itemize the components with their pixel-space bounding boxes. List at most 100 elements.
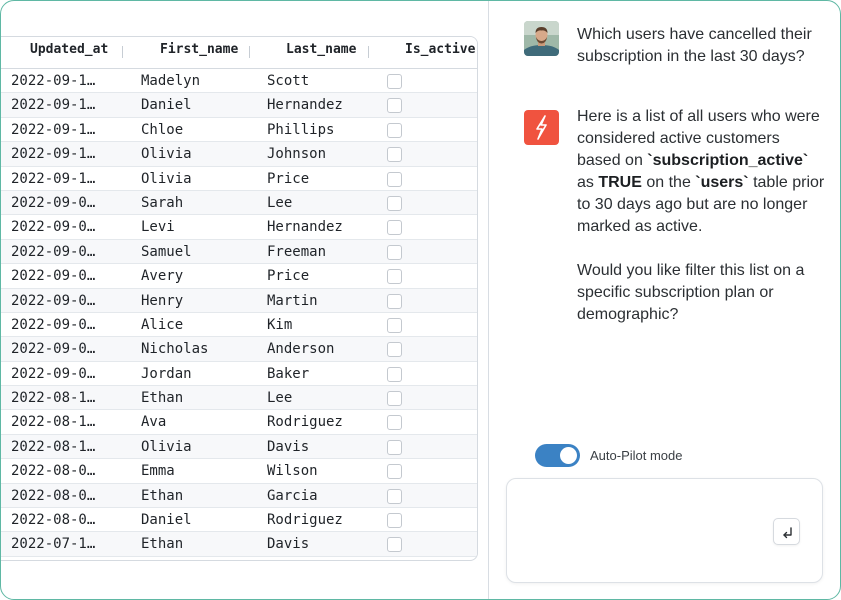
cell-last-name: Rodriguez [267, 512, 343, 529]
is-active-checkbox[interactable] [387, 513, 402, 529]
table-row[interactable]: 2022-08-1… Olivia Davis [1, 434, 477, 460]
cell-updated-at: 2022-08-1… [11, 414, 96, 431]
column-header-first-name[interactable]: First_name [160, 37, 250, 69]
is-active-checkbox[interactable] [387, 220, 402, 236]
is-active-checkbox[interactable] [387, 415, 402, 431]
table-row[interactable]: 2022-08-0… Ethan Garcia [1, 483, 477, 509]
cell-last-name: Lee [267, 390, 293, 407]
message-text: on the [641, 174, 696, 191]
autopilot-toggle[interactable] [535, 444, 580, 467]
table-row[interactable]: 2022-09-1… Madelyn Scott [1, 69, 477, 94]
cell-last-name: Hernandez [267, 97, 343, 114]
cell-updated-at: 2022-09-0… [11, 219, 96, 236]
is-active-checkbox[interactable] [387, 269, 402, 285]
cell-last-name: Price [267, 170, 310, 187]
is-active-checkbox[interactable] [387, 488, 402, 504]
table-row[interactable]: 2022-09-1… Daniel Hernandez [1, 93, 477, 118]
cell-last-name: Rodriguez [267, 414, 343, 431]
cell-updated-at: 2022-09-1… [11, 73, 96, 89]
cell-last-name: Davis [267, 536, 310, 553]
table-row[interactable]: 2022-09-0… Levi Hernandez [1, 215, 477, 240]
is-active-checkbox[interactable] [387, 147, 402, 163]
cell-first-name: Sarah [141, 194, 184, 211]
is-active-checkbox[interactable] [387, 537, 402, 553]
table-row[interactable]: 2022-08-1… Ava Rodriguez [1, 410, 477, 435]
lightning-bolt-icon [524, 110, 559, 145]
cell-last-name: Kim [267, 316, 293, 333]
table-row[interactable]: 2022-09-0… Sarah Lee [1, 190, 477, 216]
table-row[interactable]: 2022-09-1… Chloe Phillips [1, 118, 477, 143]
results-table: Updated_at First_name Last_name Is_activ… [1, 36, 478, 561]
send-button[interactable] [773, 518, 800, 545]
cell-first-name: Henry [141, 292, 184, 309]
is-active-checkbox[interactable] [387, 195, 402, 211]
is-active-checkbox[interactable] [387, 439, 402, 455]
is-active-checkbox[interactable] [387, 342, 402, 358]
cell-updated-at: 2022-07-1… [11, 536, 96, 553]
table-row[interactable]: 2022-09-0… Jordan Baker [1, 362, 477, 387]
is-active-checkbox[interactable] [387, 74, 402, 89]
is-active-checkbox[interactable] [387, 171, 402, 187]
cell-updated-at: 2022-08-1… [11, 438, 96, 455]
table-row[interactable]: 2022-09-0… Nicholas Anderson [1, 337, 477, 362]
cell-first-name: Olivia [141, 146, 192, 163]
table-row[interactable]: 2022-09-0… Samuel Freeman [1, 239, 477, 265]
table-header: Updated_at First_name Last_name Is_activ… [1, 37, 477, 69]
table-row[interactable]: 2022-09-1… Olivia Price [1, 167, 477, 191]
message-text: as [577, 174, 599, 191]
column-header-updated-at[interactable]: Updated_at [30, 37, 123, 69]
cell-last-name: Price [267, 268, 310, 285]
assistant-paragraph-2: Would you like filter this list on a spe… [577, 262, 805, 323]
app-window: Updated_at First_name Last_name Is_activ… [0, 0, 841, 600]
table-row[interactable]: 2022-07-1… Ethan Davis [1, 532, 477, 557]
column-header-last-name[interactable]: Last_name [286, 37, 369, 69]
cell-last-name: Wilson [267, 463, 318, 480]
column-header-label: Is_active [405, 42, 476, 57]
is-active-checkbox[interactable] [387, 244, 402, 260]
column-resize-handle[interactable] [368, 46, 369, 58]
table-row[interactable]: 2022-08-0… Daniel Rodriguez [1, 508, 477, 533]
cell-first-name: Olivia [141, 438, 192, 455]
is-active-checkbox[interactable] [387, 317, 402, 333]
is-active-checkbox[interactable] [387, 293, 402, 309]
cell-first-name: Samuel [141, 243, 192, 260]
cell-first-name: Olivia [141, 170, 192, 187]
column-resize-handle[interactable] [122, 46, 123, 58]
autopilot-label: Auto-Pilot mode [590, 448, 683, 463]
assistant-message: Here is a list of all users who were con… [577, 106, 827, 326]
table-row[interactable]: 2022-08-0… Emma Wilson [1, 459, 477, 484]
cell-updated-at: 2022-09-0… [11, 316, 96, 333]
cell-last-name: Phillips [267, 121, 335, 138]
cell-last-name: Scott [267, 73, 310, 89]
cell-last-name: Anderson [267, 341, 335, 358]
table-row[interactable]: 2022-09-0… Henry Martin [1, 288, 477, 313]
cell-first-name: Jordan [141, 365, 192, 382]
is-active-checkbox[interactable] [387, 366, 402, 382]
message-input[interactable] [519, 491, 759, 571]
cell-first-name: Levi [141, 219, 175, 236]
cell-first-name: Daniel [141, 512, 192, 529]
is-active-checkbox[interactable] [387, 391, 402, 407]
table-row[interactable]: 2022-09-1… Olivia Johnson [1, 142, 477, 167]
table-row[interactable]: 2022-09-0… Alice Kim [1, 313, 477, 338]
table-row[interactable]: 2022-08-1… Ethan Lee [1, 386, 477, 411]
cell-last-name: Baker [267, 365, 310, 382]
column-header-is-active[interactable]: Is_active [405, 37, 475, 69]
cell-updated-at: 2022-09-0… [11, 194, 96, 211]
table-row[interactable]: 2022-09-0… Avery Price [1, 264, 477, 289]
cell-updated-at: 2022-09-1… [11, 146, 96, 163]
cell-last-name: Lee [267, 194, 293, 211]
cell-updated-at: 2022-09-0… [11, 268, 96, 285]
is-active-checkbox[interactable] [387, 98, 402, 114]
cell-first-name: Ethan [141, 390, 184, 407]
cell-last-name: Freeman [267, 243, 327, 260]
is-active-checkbox[interactable] [387, 464, 402, 480]
cell-updated-at: 2022-08-0… [11, 463, 96, 480]
column-resize-handle[interactable] [249, 46, 250, 58]
cell-updated-at: 2022-08-1… [11, 390, 96, 407]
cell-first-name: Ethan [141, 487, 184, 504]
is-active-checkbox[interactable] [387, 122, 402, 138]
panel-divider [488, 1, 489, 599]
cell-last-name: Martin [267, 292, 318, 309]
cell-updated-at: 2022-09-0… [11, 243, 96, 260]
